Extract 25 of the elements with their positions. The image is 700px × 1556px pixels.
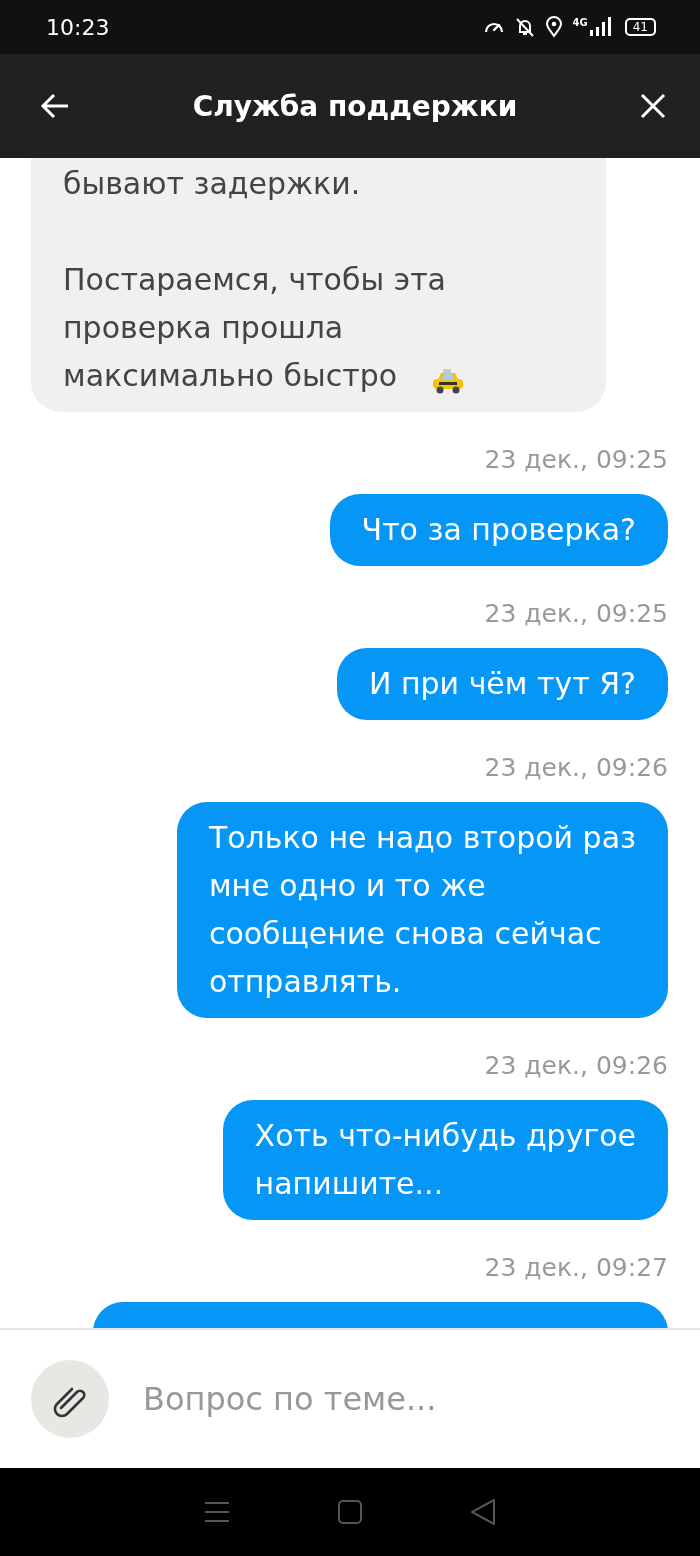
location-icon bbox=[544, 16, 563, 38]
message-text: Только не надо второй раз мне одно и то же сообщение снова сейчас отправлять. bbox=[208, 820, 636, 999]
menu-icon[interactable] bbox=[204, 1501, 230, 1523]
message-time: 23 дек., 09:26 bbox=[484, 1050, 668, 1082]
taxi-icon bbox=[431, 368, 465, 394]
back-icon[interactable] bbox=[470, 1498, 496, 1526]
signal-icon bbox=[588, 17, 611, 37]
paperclip-icon[interactable] bbox=[31, 1360, 109, 1438]
message-input[interactable]: Вопрос по теме... bbox=[141, 1379, 621, 1419]
status-time: 10:23 bbox=[46, 14, 110, 40]
message-time: 23 дек., 09:25 bbox=[484, 598, 668, 630]
home-icon[interactable] bbox=[338, 1500, 362, 1524]
message-time: 23 дек., 09:26 bbox=[484, 752, 668, 784]
message-text: Что за проверка? bbox=[361, 512, 636, 547]
close-icon[interactable] bbox=[640, 93, 666, 119]
message-time: 23 дек., 09:25 bbox=[484, 444, 668, 476]
back-arrow-icon[interactable] bbox=[40, 93, 70, 119]
window-title: Служба поддержки bbox=[192, 89, 518, 123]
message-time: 23 дек., 09:27 bbox=[484, 1252, 668, 1284]
battery-indicator: 41 bbox=[624, 18, 656, 36]
muted-bell-icon bbox=[514, 16, 535, 38]
network-type: 4G bbox=[572, 17, 588, 28]
message-text: Хоть что-нибудь другое напишите... bbox=[254, 1118, 636, 1201]
message-text: И при чём тут Я? bbox=[368, 666, 636, 701]
message-text: бывают задержки. Постараемся, чтобы эта проверка прошла максимально быстро bbox=[63, 166, 446, 393]
